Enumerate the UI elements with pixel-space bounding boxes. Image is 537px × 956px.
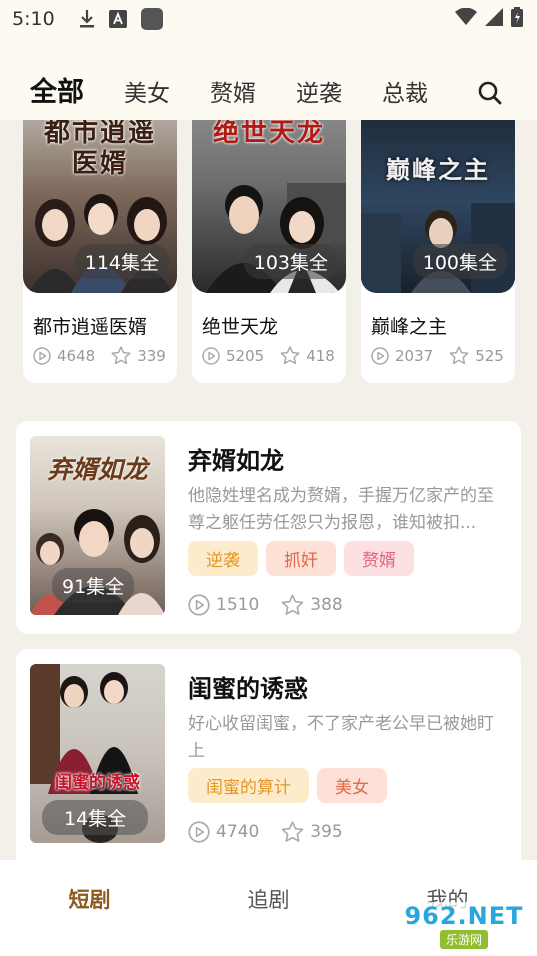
like-count[interactable]: 388 [281, 594, 343, 616]
drama-title: 都市逍遥医婿 [33, 316, 148, 338]
star-icon [111, 346, 131, 365]
battery-icon [511, 6, 523, 32]
episode-count-badge: 14集全 [42, 800, 149, 835]
like-count-value: 339 [137, 346, 166, 365]
watermark-text: 962.NET [404, 901, 524, 930]
tag[interactable]: 逆袭 [188, 541, 258, 576]
app-a-icon [108, 10, 127, 28]
drama-title: 闺蜜的诱惑 [188, 675, 308, 703]
drama-cover: 闺蜜的诱惑 14集全 [30, 664, 165, 843]
drama-cover: 都市逍遥 医婿 114集全 [23, 120, 177, 293]
like-count-value: 525 [475, 346, 504, 365]
play-count-value: 4740 [216, 822, 260, 842]
watermark-logo: 962.NET 乐游网 [399, 902, 529, 950]
drama-description: 他隐姓埋名成为赘婿，手握万亿家产的至尊之躯任劳任怨只为报恩，谁知被扣... [188, 486, 494, 533]
play-count: 4648 [33, 347, 95, 365]
play-count-value: 4648 [57, 346, 96, 365]
like-count[interactable]: 525 [449, 346, 504, 365]
drama-grid-card[interactable]: 巅峰之主 100集全 巅峰之主 2037 525 [361, 120, 515, 383]
drama-stats: 4740 395 [188, 821, 359, 843]
episode-count-badge: 91集全 [52, 568, 135, 603]
play-icon [33, 346, 51, 365]
cover-title: 巅峰之主 [386, 156, 490, 184]
drama-tags: 闺蜜的算计 美女 [188, 768, 387, 803]
play-icon [188, 594, 210, 616]
tab-beauty[interactable]: 美女 [124, 83, 170, 106]
drama-stats: 5205 418 [202, 346, 346, 365]
drama-grid-card[interactable]: 绝世天龙 103集全 绝世天龙 5205 418 [192, 120, 346, 383]
tab-all[interactable]: 全部 [30, 79, 84, 106]
cover-title: 闺蜜的诱惑 [55, 773, 140, 793]
tab-ceo[interactable]: 总裁 [382, 83, 428, 106]
wifi-icon [455, 7, 477, 31]
search-icon[interactable] [477, 80, 503, 106]
drama-list-card[interactable]: 闺蜜的诱惑 14集全 闺蜜的诱惑 好心收留闺蜜，不了家产老公早已被她盯上 闺蜜的… [16, 649, 521, 860]
play-count: 5205 [202, 347, 264, 365]
star-icon [280, 346, 300, 365]
tag[interactable]: 抓奸 [266, 541, 336, 576]
drama-title: 巅峰之主 [371, 316, 448, 338]
play-count: 2037 [371, 347, 433, 365]
signal-icon [485, 7, 503, 31]
tab-comeback[interactable]: 逆袭 [296, 83, 342, 106]
nav-following[interactable]: 追剧 [248, 884, 290, 914]
category-tabs: 全部 美女 赘婿 逆袭 总裁 [0, 38, 537, 120]
drama-title: 绝世天龙 [202, 316, 279, 338]
tag[interactable]: 美女 [317, 768, 387, 803]
like-count-value: 395 [310, 822, 343, 842]
play-count: 4740 [188, 821, 259, 843]
watermark-subtext: 乐游网 [439, 929, 488, 949]
like-count[interactable]: 395 [281, 821, 343, 843]
tab-son-in-law[interactable]: 赘婿 [210, 83, 256, 106]
episode-count-badge: 114集全 [74, 244, 169, 279]
nav-short-drama[interactable]: 短剧 [69, 884, 111, 914]
like-count-value: 418 [306, 346, 335, 365]
like-count[interactable]: 418 [280, 346, 335, 365]
app-square-icon [140, 8, 163, 30]
drama-cover: 绝世天龙 103集全 [192, 120, 346, 293]
drama-stats: 1510 388 [188, 594, 359, 616]
play-count: 1510 [188, 594, 259, 616]
drama-description: 好心收留闺蜜，不了家产老公早已被她盯上 [188, 714, 494, 761]
cover-title: 弃婿如龙 [47, 455, 148, 484]
episode-count-badge: 103集全 [243, 244, 338, 279]
like-count[interactable]: 339 [111, 346, 166, 365]
star-icon [449, 346, 469, 365]
drama-cover: 巅峰之主 100集全 [361, 120, 515, 293]
star-icon [281, 594, 304, 615]
tag[interactable]: 闺蜜的算计 [188, 768, 309, 803]
play-count-value: 2037 [395, 346, 434, 365]
like-count-value: 388 [310, 595, 343, 615]
drama-stats: 2037 525 [371, 346, 515, 365]
drama-feed[interactable]: 都市逍遥 医婿 114集全 都市逍遥医婿 4648 339 绝世天龙 103集全… [0, 120, 537, 860]
drama-cover: 弃婿如龙 91集全 [30, 436, 165, 615]
download-icon [79, 9, 95, 29]
drama-stats: 4648 339 [33, 346, 177, 365]
status-indicators [455, 6, 523, 32]
cover-title: 绝世天龙 [212, 120, 325, 148]
play-icon [371, 346, 389, 365]
drama-grid-card[interactable]: 都市逍遥 医婿 114集全 都市逍遥医婿 4648 339 [23, 120, 177, 383]
play-icon [188, 821, 210, 843]
play-icon [202, 346, 220, 365]
episode-count-badge: 100集全 [412, 244, 507, 279]
play-count-value: 1510 [216, 595, 260, 615]
cover-title: 都市逍遥 医婿 [43, 120, 156, 180]
star-icon [281, 821, 304, 842]
status-bar: 5:10 [0, 0, 537, 38]
drama-tags: 逆袭 抓奸 赘婿 [188, 541, 414, 576]
tag[interactable]: 赘婿 [344, 541, 414, 576]
drama-title: 弃婿如龙 [188, 447, 284, 475]
play-count-value: 5205 [226, 346, 265, 365]
status-time: 5:10 [12, 8, 55, 30]
drama-list-card[interactable]: 弃婿如龙 91集全 弃婿如龙 他隐姓埋名成为赘婿，手握万亿家产的至尊之躯任劳任怨… [16, 421, 521, 634]
